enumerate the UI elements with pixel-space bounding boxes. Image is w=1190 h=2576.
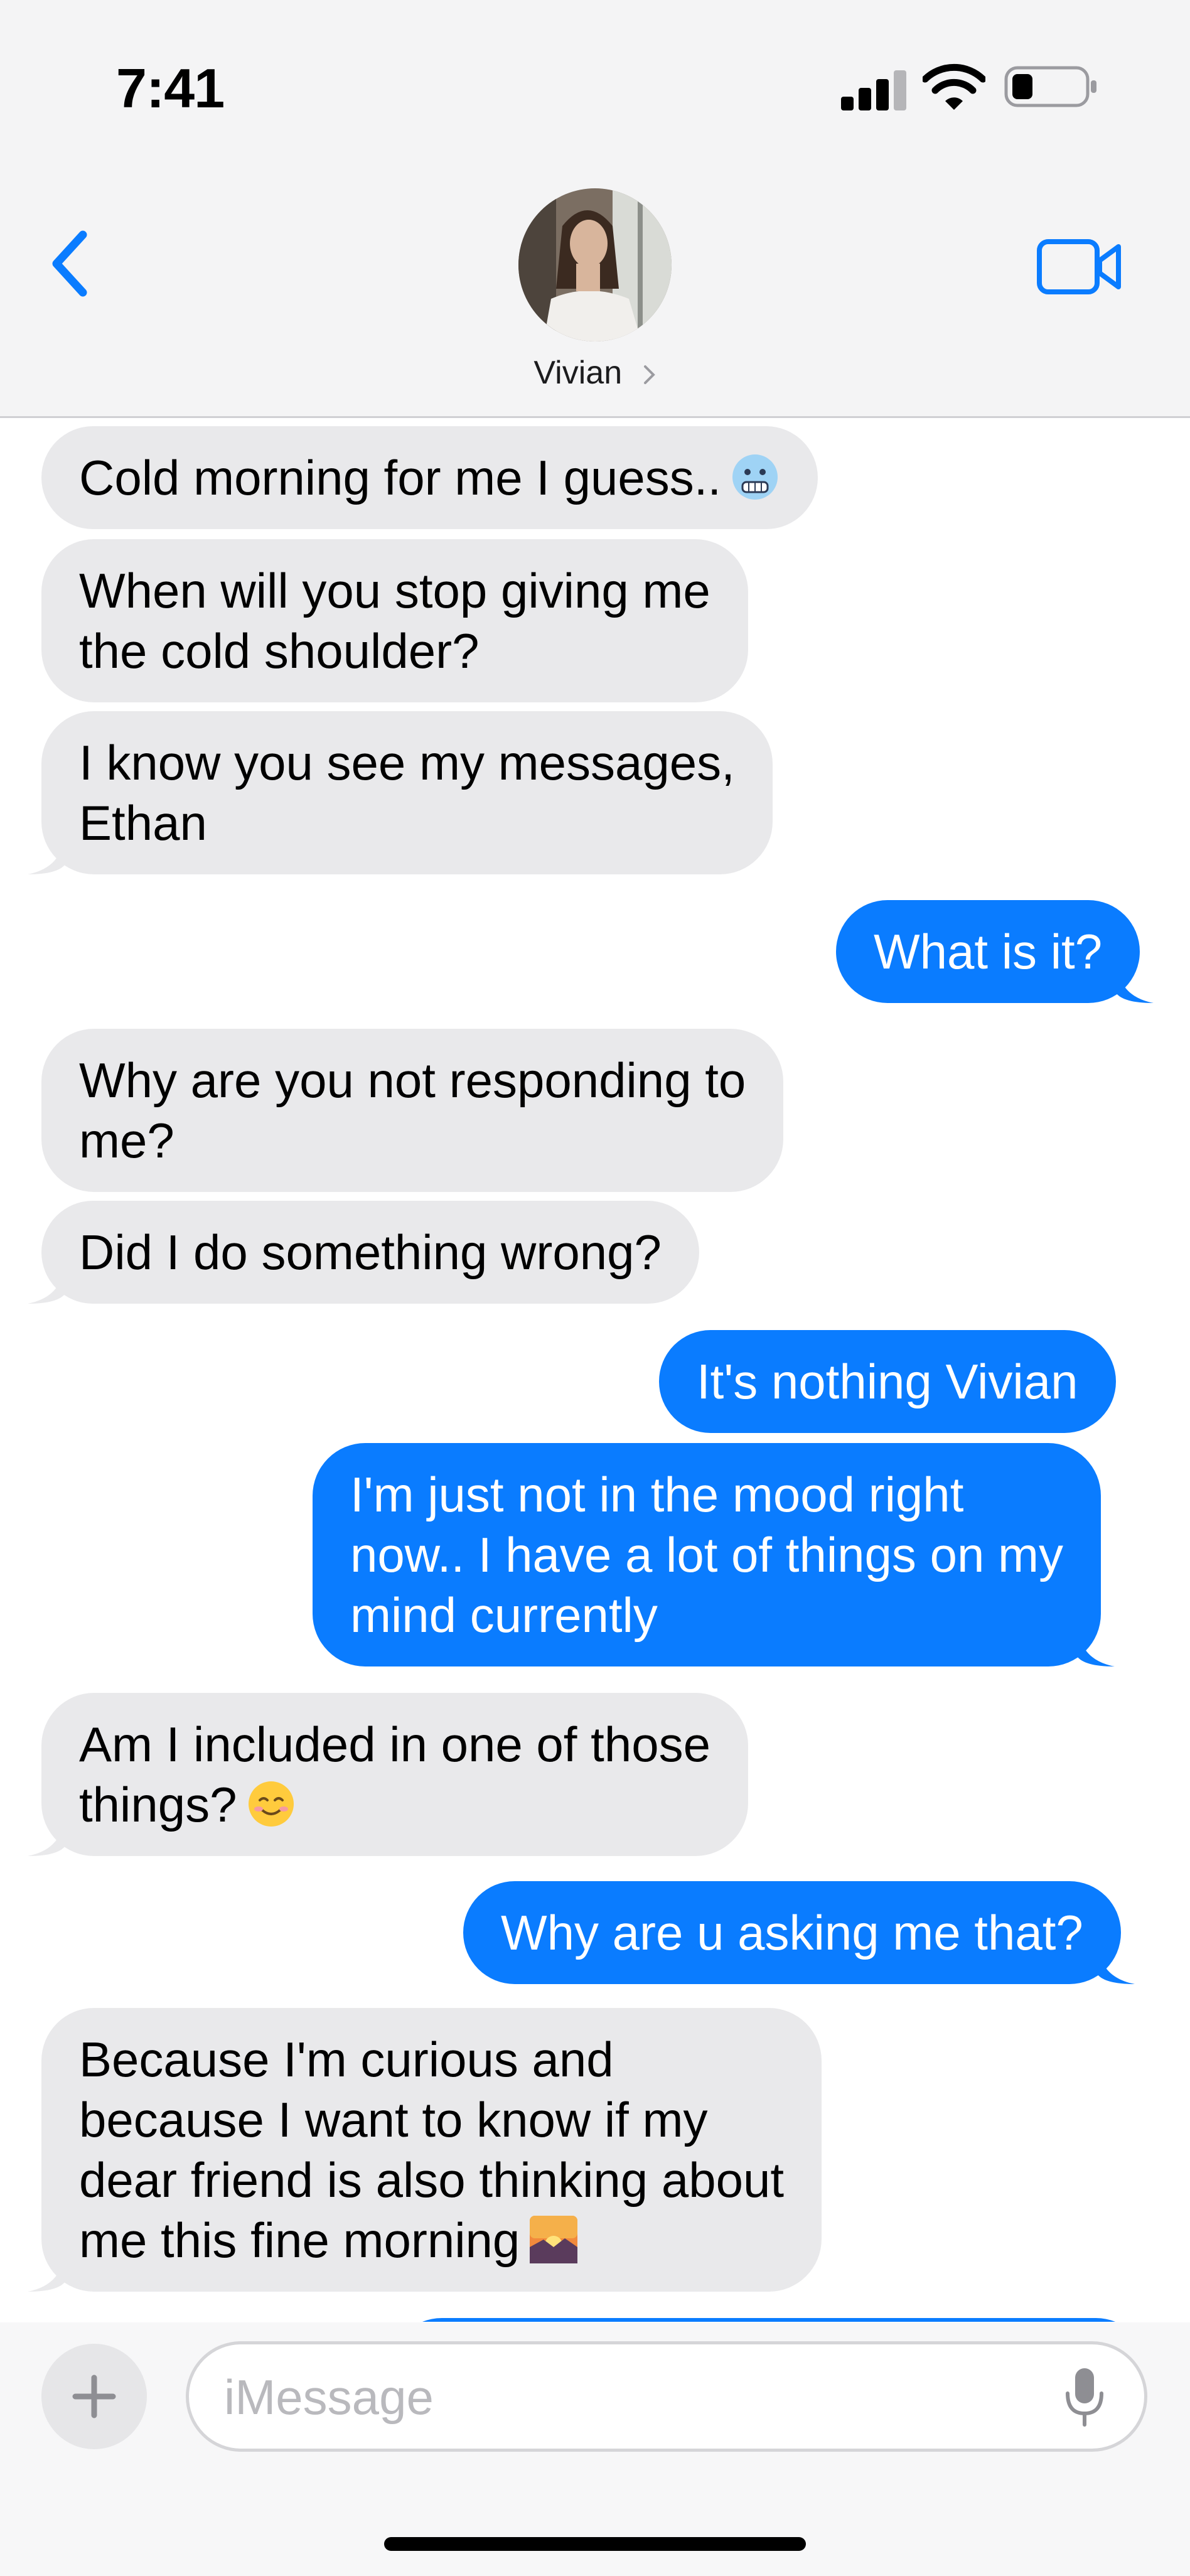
contact-name: Vivian [533, 355, 623, 391]
microphone-icon [1066, 2368, 1103, 2427]
bubble-tail [1116, 965, 1154, 1003]
message-bubble-partial[interactable] [389, 2318, 1149, 2322]
cellular-signal-icon [841, 69, 908, 110]
message-line: When will you stop giving me [79, 563, 710, 618]
message-line: Cold morning for me I guess.. [79, 448, 780, 508]
back-button[interactable] [44, 226, 100, 301]
message-line: because I want to know if my [79, 2092, 708, 2147]
message-bubble[interactable]: Because I'm curious and because I want t… [28, 2008, 822, 2292]
bubble-tail [28, 1266, 65, 1304]
video-call-button[interactable] [1036, 235, 1123, 298]
sunrise-emoji [530, 2216, 578, 2263]
message-bubble[interactable]: Why are u asking me that? [463, 1881, 1135, 1984]
message-line: I know you see my messages, [79, 735, 735, 790]
add-attachment-button[interactable] [41, 2344, 147, 2449]
message-bubble[interactable]: Cold morning for me I guess.. [41, 426, 818, 529]
message-line: now.. I have a lot of things on my [350, 1527, 1063, 1582]
message-composer [0, 2322, 1190, 2576]
message-line: Ethan [79, 795, 207, 851]
message-bubble[interactable]: When will you stop giving me the cold sh… [41, 539, 748, 702]
conversation-header: 7:41 Vivian [0, 0, 1190, 418]
contact-avatar[interactable] [518, 188, 672, 341]
message-input[interactable] [224, 2367, 1040, 2427]
message-line: Why are you not responding to [79, 1053, 746, 1108]
message-bubble[interactable]: Did I do something wrong? [28, 1201, 699, 1304]
message-line: Why are u asking me that? [501, 1905, 1083, 1960]
bubble-tail [28, 2254, 65, 2292]
message-bubble[interactable]: I'm just not in the mood right now.. I h… [313, 1443, 1115, 1666]
chevron-right-icon [643, 365, 655, 385]
video-camera-icon [1037, 239, 1121, 294]
message-line: mind currently [350, 1587, 658, 1643]
messages-screen: 7:41 Vivian Cold morning for me I guess.… [0, 0, 1190, 2576]
smiling-face-emoji [248, 1781, 294, 1827]
message-bubble[interactable]: What is it? [836, 900, 1154, 1003]
message-bubble[interactable]: Am I included in one of those things? [28, 1693, 748, 1856]
message-line: me this fine morning [79, 2210, 784, 2270]
wifi-icon [923, 63, 985, 110]
message-line: things? [79, 1774, 710, 1835]
message-line: Because I'm curious and [79, 2032, 614, 2087]
bubble-tail [28, 1818, 65, 1856]
bubble-tail [1077, 1629, 1115, 1666]
dictation-button[interactable] [1063, 2366, 1107, 2428]
bubble-tail [1096, 1946, 1135, 1984]
message-bubble[interactable]: It's nothing Vivian [659, 1330, 1116, 1433]
message-line: me? [79, 1113, 174, 1168]
message-line: the cold shoulder? [79, 623, 480, 679]
message-line: What is it? [874, 924, 1103, 979]
message-bubble[interactable]: Why are you not responding to me? [41, 1029, 784, 1192]
bubble-tail [28, 837, 65, 874]
message-input-field[interactable] [186, 2341, 1147, 2452]
message-line: Did I do something wrong? [79, 1225, 662, 1280]
status-time: 7:41 [116, 57, 225, 119]
message-bubble[interactable]: I know you see my messages, Ethan [28, 711, 773, 874]
contact-name-button[interactable]: Vivian [0, 354, 1190, 392]
chevron-left-icon [52, 230, 87, 297]
message-line: I'm just not in the mood right [350, 1467, 964, 1522]
battery-low-icon [1004, 66, 1096, 107]
cold-face-emoji [732, 454, 778, 500]
home-indicator [384, 2537, 806, 2551]
message-line: Am I included in one of those [79, 1717, 710, 1772]
message-thread[interactable]: Cold morning for me I guess.. When will … [0, 420, 1190, 2322]
message-line: dear friend is also thinking about [79, 2152, 785, 2208]
message-line: It's nothing Vivian [697, 1354, 1078, 1409]
